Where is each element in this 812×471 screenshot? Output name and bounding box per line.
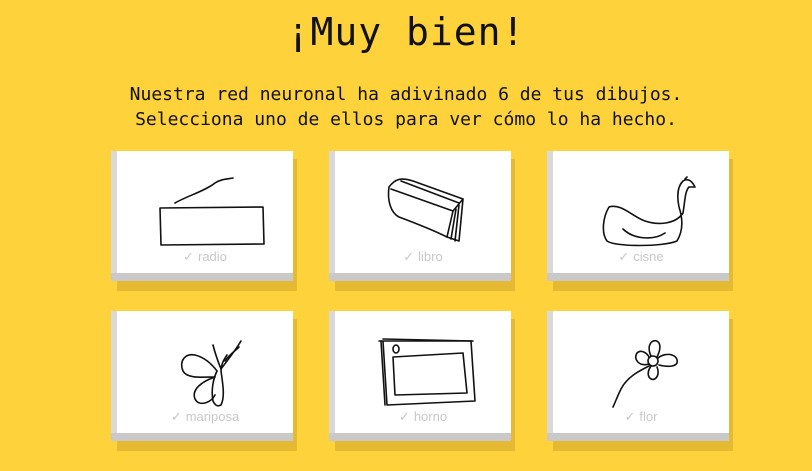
drawing-card-horno[interactable]: ✓ horno — [329, 311, 515, 451]
card-label: ✓ libro — [403, 249, 443, 264]
subtitle-line-1: Nuestra red neuronal ha adivinado 6 de t… — [129, 84, 683, 105]
page-subtitle: Nuestra red neuronal ha adivinado 6 de t… — [0, 82, 812, 132]
card-edge — [547, 273, 729, 281]
drawing-card-mariposa[interactable]: ✓ mariposa — [111, 311, 297, 451]
card-edge — [547, 433, 729, 441]
card-edge — [111, 273, 293, 281]
subtitle-line-2: Selecciona uno de ellos para ver cómo lo… — [135, 109, 677, 130]
card-edge — [329, 273, 511, 281]
card-label: ✓ radio — [183, 249, 227, 264]
card-label: ✓ cisne — [618, 249, 664, 264]
drawing-card-flor[interactable]: ✓ flor — [547, 311, 733, 451]
card-label: ✓ flor — [624, 409, 658, 424]
drawing-card-libro[interactable]: ✓ libro — [329, 151, 515, 291]
drawing-card-radio[interactable]: ✓ radio — [111, 151, 297, 291]
drawing-card-cisne[interactable]: ✓ cisne — [547, 151, 733, 291]
card-label: ✓ mariposa — [170, 409, 240, 424]
page-title: ¡Muy bien! — [286, 10, 526, 54]
card-edge — [111, 433, 293, 441]
card-label: ✓ horno — [398, 409, 448, 424]
card-edge — [329, 433, 511, 441]
